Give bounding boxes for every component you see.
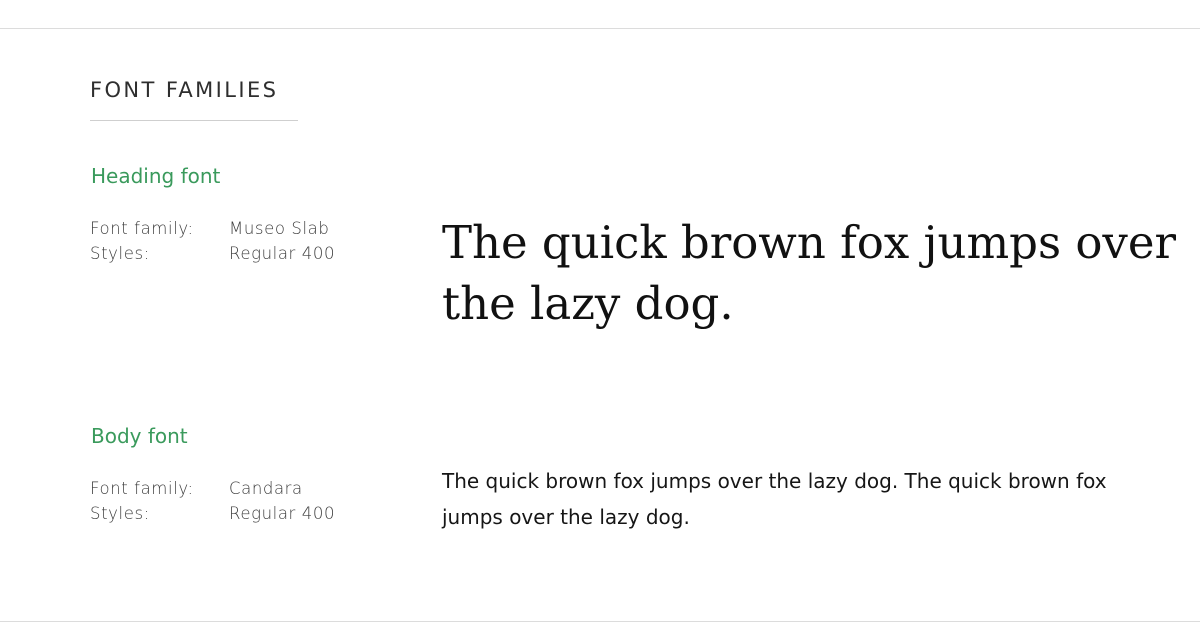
heading-font-sample: The quick brown fox jumps over the lazy …: [442, 216, 1176, 330]
body-font-title: Body font: [91, 424, 188, 448]
top-divider: [0, 28, 1200, 29]
body-font-sample: The quick brown fox jumps over the lazy …: [442, 469, 1107, 529]
styles-label: Styles:: [90, 504, 150, 523]
section-title-underline: [90, 120, 298, 121]
styles-label: Styles:: [90, 244, 150, 263]
bottom-divider: [0, 621, 1200, 622]
font-family-value: Museo Slab: [229, 219, 330, 238]
font-family-label: Font family:: [90, 219, 194, 238]
font-family-label: Font family:: [90, 479, 194, 498]
heading-font-title: Heading font: [91, 164, 221, 188]
font-family-value: Candara: [229, 479, 303, 498]
section-title: FONT FAMILIES: [90, 78, 279, 102]
styles-value: Regular 400: [229, 504, 336, 523]
styles-value: Regular 400: [229, 244, 336, 263]
